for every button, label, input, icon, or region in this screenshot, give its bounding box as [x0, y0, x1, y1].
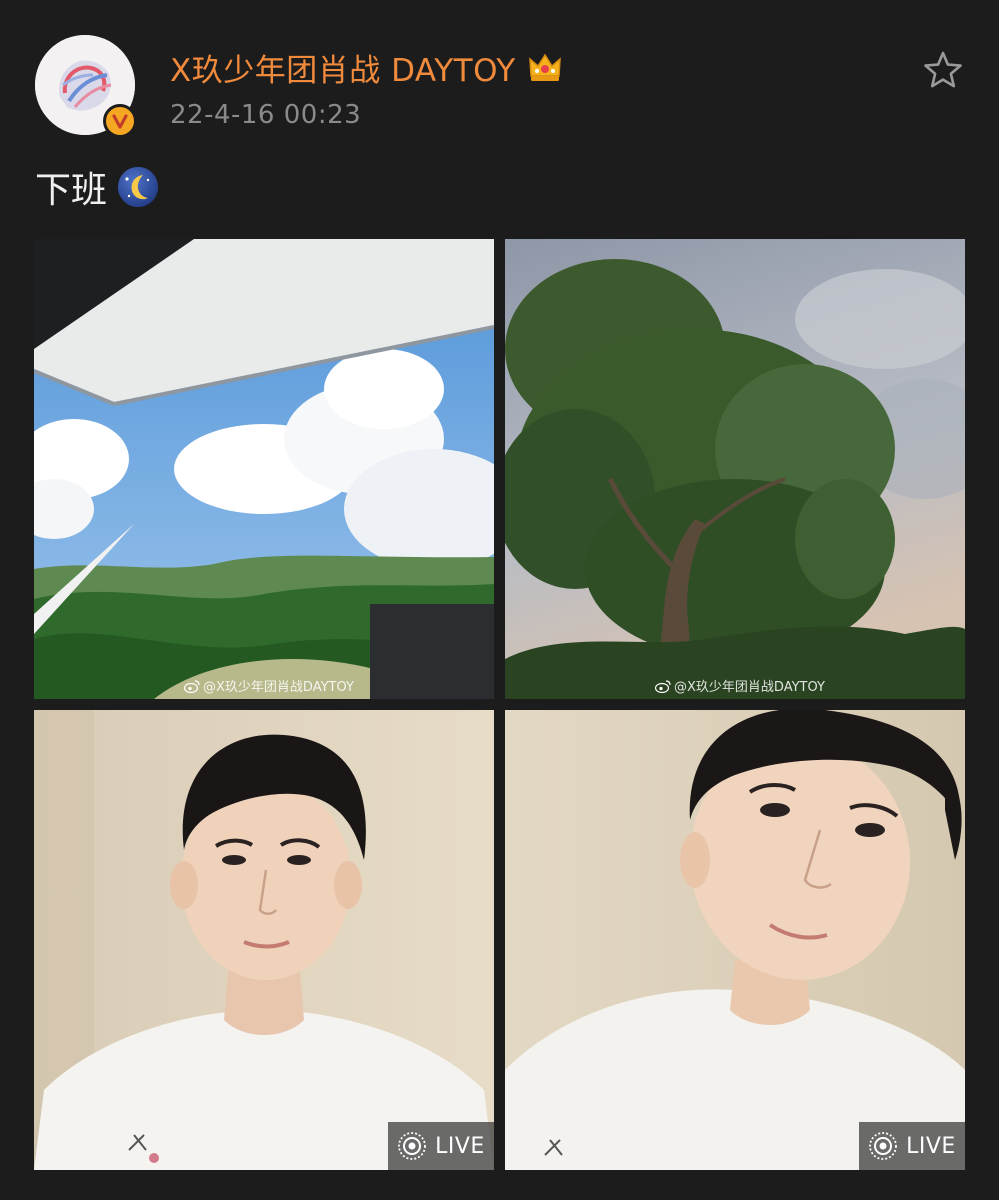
- photo-sky-canopy[interactable]: @X玖少年团肖战DAYTOY: [34, 239, 494, 699]
- live-label: LIVE: [906, 1133, 956, 1159]
- selfie-front-image: [34, 710, 494, 1170]
- weibo-logo-icon: [184, 679, 200, 693]
- photo-watermark: @X玖少年团肖战DAYTOY: [655, 676, 825, 695]
- photo-watermark: @X玖少年团肖战DAYTOY: [184, 676, 354, 695]
- weibo-post: X玖少年团肖战 DAYTOY 22-4-16 00:23 下班 @X玖少年团肖战…: [0, 0, 999, 1200]
- post-timestamp: 22-4-16 00:23: [170, 100, 362, 130]
- post-text: 下班: [35, 170, 108, 211]
- post-content: 下班: [35, 160, 159, 214]
- author-row: X玖少年团肖战 DAYTOY: [170, 45, 564, 89]
- weibo-logo-icon: [655, 679, 671, 693]
- crown-icon: [528, 53, 561, 81]
- photo-tree-sky[interactable]: @X玖少年团肖战DAYTOY: [505, 239, 965, 699]
- author-name[interactable]: X玖少年团肖战 DAYTOY: [170, 45, 516, 90]
- live-photo-icon: [398, 1132, 427, 1160]
- live-label: LIVE: [435, 1133, 485, 1159]
- watermark-text: @X玖少年团肖战DAYTOY: [674, 680, 825, 695]
- photo-selfie-1[interactable]: LIVE: [34, 710, 494, 1170]
- photo-grid: @X玖少年团肖战DAYTOY @X玖少年团肖战DAYTOY LIVE LIVE: [34, 239, 965, 1170]
- crescent-moon-emoji-icon: [118, 167, 159, 207]
- star-icon: [924, 51, 962, 88]
- live-photo-icon: [869, 1132, 898, 1160]
- selfie-tilted-image: [505, 710, 965, 1170]
- photo-selfie-2[interactable]: LIVE: [505, 710, 965, 1170]
- sky-canopy-image: [34, 239, 494, 699]
- watermark-text: @X玖少年团肖战DAYTOY: [203, 680, 354, 695]
- live-photo-button[interactable]: LIVE: [388, 1122, 494, 1170]
- tree-sky-image: [505, 239, 965, 699]
- favorite-button[interactable]: [918, 45, 968, 95]
- live-photo-button[interactable]: LIVE: [859, 1122, 965, 1170]
- verified-badge-icon: [103, 104, 137, 138]
